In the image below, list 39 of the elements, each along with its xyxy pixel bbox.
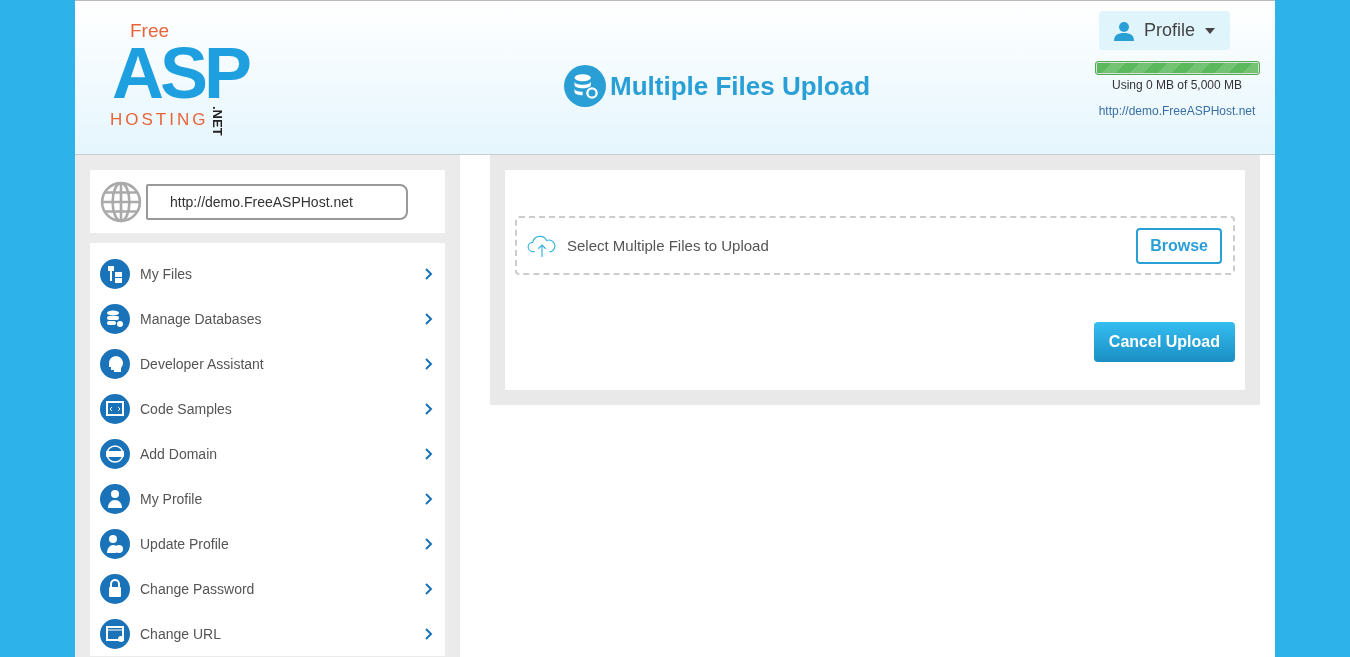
code-window-icon: [100, 393, 130, 424]
chevron-right-icon: [425, 627, 433, 640]
page-title: Multiple Files Upload: [610, 70, 870, 102]
usage-text: Using 0 MB of 5,000 MB: [1111, 78, 1243, 92]
sidebar-item[interactable]: Change URL: [90, 611, 445, 656]
sidebar-item[interactable]: My Profile: [90, 476, 445, 521]
upload-prompt: Select Multiple Files to Upload: [567, 237, 770, 254]
cloud-upload-icon: [527, 233, 557, 258]
drop-zone[interactable]: Select Multiple Files to Upload Browse: [515, 216, 1235, 275]
chevron-right-icon: [425, 492, 433, 505]
sidebar-item[interactable]: Update Profile: [90, 521, 445, 566]
chevron-right-icon: [425, 447, 433, 460]
chevron-right-icon: [425, 312, 433, 325]
caret-icon: [1205, 27, 1216, 34]
head-icon: [100, 348, 130, 379]
logo-hosting-text: HOSTING: [110, 110, 209, 130]
chevron-right-icon: [425, 402, 433, 415]
sidebar-item[interactable]: Developer Assistant: [90, 341, 445, 386]
sidebar-item[interactable]: Manage Databases: [90, 296, 445, 341]
user-icon: [1114, 20, 1134, 41]
chevron-right-icon: [425, 582, 433, 595]
sidebar-item[interactable]: Change Password: [90, 566, 445, 611]
folder-tree-icon: [100, 258, 130, 289]
logo-asp-text: ASP: [112, 44, 249, 102]
chevron-right-icon: [425, 357, 433, 370]
browser-window-icon: [100, 618, 130, 649]
sidebar-item[interactable]: My Files: [90, 251, 445, 296]
url-field[interactable]: http://demo.FreeASPHost.net: [146, 183, 408, 220]
lock-icon: [100, 573, 130, 604]
profile-button[interactable]: Profile: [1099, 11, 1231, 50]
logo-net-text: .NET: [210, 106, 225, 136]
site-link[interactable]: http://demo.FreeASPHost.net: [1098, 104, 1256, 118]
person-icon: [100, 483, 130, 514]
sidebar-item[interactable]: Code Samples: [90, 386, 445, 431]
sidebar-item[interactable]: Add Domain: [90, 431, 445, 476]
chevron-right-icon: [425, 537, 433, 550]
person-edit-icon: [100, 528, 130, 559]
logo-free-text: Free: [130, 20, 170, 42]
chevron-right-icon: [425, 267, 433, 280]
